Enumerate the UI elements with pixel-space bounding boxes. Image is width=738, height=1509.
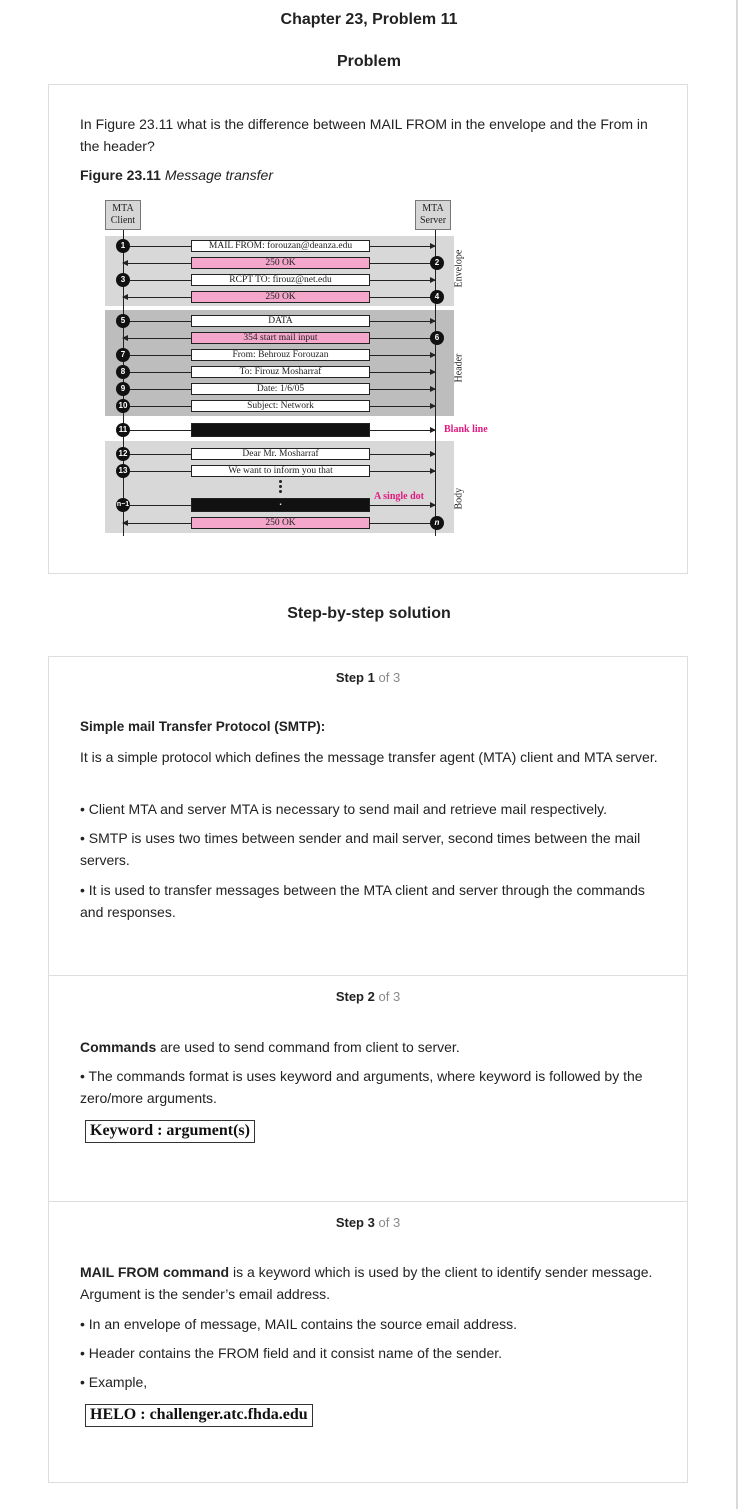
step-3-formula: HELO : challenger.atc.fhda.edu — [85, 1404, 313, 1427]
step-marker-n: n — [430, 516, 444, 530]
server-timeline — [435, 230, 436, 536]
step-marker-1: 1 — [116, 239, 130, 253]
step-2-total: of 3 — [378, 989, 401, 1004]
step-3-header: Step 3 of 3 — [49, 1215, 687, 1230]
message-7: From: Behrouz Forouzan — [191, 349, 370, 361]
step-divider — [49, 975, 687, 976]
step-marker-12: 12 — [116, 447, 130, 461]
step-1-total: of 3 — [378, 670, 401, 685]
step-marker-5: 5 — [116, 314, 130, 328]
step-2-number: 2 — [367, 989, 375, 1004]
step-1-number: 1 — [367, 670, 375, 685]
message-1: MAIL FROM: forouzan@deanza.edu — [191, 240, 370, 252]
message-5: DATA — [191, 315, 370, 327]
step-2-lead-text: are used to send command from client to … — [156, 1039, 460, 1055]
solution-steps-card: Step 1 of 3 Simple mail Transfer Protoco… — [48, 656, 688, 1483]
step-marker-8: 8 — [116, 365, 130, 379]
step-1-heading: Simple mail Transfer Protocol (SMTP): — [80, 719, 326, 734]
header-label: Header — [453, 353, 465, 383]
single-dot-label: A single dot — [374, 491, 425, 502]
message-2: 250 OK — [191, 257, 370, 269]
step-3-lead-bold: MAIL FROM command — [80, 1264, 230, 1280]
message-n: 250 OK — [191, 517, 370, 529]
blank-line-label: Blank line — [444, 424, 488, 435]
step-divider — [49, 1201, 687, 1202]
message-13: We want to inform you that — [191, 465, 370, 477]
step-3-paragraph-3: • Example, — [80, 1374, 148, 1390]
step-1-paragraph-3: • SMTP is uses two times between sender … — [80, 830, 641, 868]
step-3-paragraph-2: • Header contains the FROM field and it … — [80, 1345, 503, 1361]
step-1-paragraph-4: • It is used to transfer messages betwee… — [80, 882, 645, 920]
figure-caption-text: Message transfer — [164, 167, 273, 183]
step-2-header: Step 2 of 3 — [49, 989, 687, 1004]
step-3-lead: MAIL FROM command is a keyword which is … — [80, 1261, 670, 1305]
mta-server-box: MTA Server — [415, 200, 451, 230]
step-3-number: 3 — [367, 1215, 375, 1230]
solution-heading: Step-by-step solution — [287, 605, 451, 622]
message-12: Dear Mr. Mosharraf — [191, 448, 370, 460]
step-1-label: Step — [335, 670, 364, 685]
message-11-blank-line — [191, 423, 370, 437]
step-marker-7: 7 — [116, 348, 130, 362]
step-1-header: Step 1 of 3 — [49, 670, 687, 685]
step-marker-11: 11 — [116, 423, 130, 437]
step-marker-n-minus-1: n−1 — [116, 498, 130, 512]
message-3: RCPT TO: firouz@net.edu — [191, 274, 370, 286]
step-marker-9: 9 — [116, 382, 130, 396]
step-marker-10: 10 — [116, 399, 130, 413]
message-6: 354 start mail input — [191, 332, 370, 344]
step-3-paragraph-1: • In an envelope of message, MAIL contai… — [80, 1316, 518, 1332]
step-1-paragraph-1: It is a simple protocol which defines th… — [80, 749, 658, 765]
step-marker-2: 2 — [430, 256, 444, 270]
body-label: Body — [453, 487, 465, 510]
problem-card: In Figure 23.11 what is the difference b… — [48, 84, 688, 574]
step-3-total: of 3 — [378, 1215, 401, 1230]
step-marker-4: 4 — [430, 290, 444, 304]
message-single-dot: . — [191, 498, 370, 512]
step-marker-6: 6 — [430, 331, 444, 345]
message-4: 250 OK — [191, 291, 370, 303]
step-2-lead: Commands are used to send command from c… — [80, 1036, 670, 1058]
envelope-label: Envelope — [453, 249, 465, 288]
problem-heading: Problem — [336, 53, 401, 70]
message-8: To: Firouz Mosharraf — [191, 366, 370, 378]
step-1-paragraph-2: • Client MTA and server MTA is necessary… — [80, 801, 607, 817]
step-2-formula: Keyword : argument(s) — [85, 1120, 255, 1143]
mta-client-box: MTA Client — [105, 200, 141, 230]
message-transfer-figure: MTA Client MTA Server Envelope Header Bo… — [103, 195, 493, 540]
step-3-label: Step — [335, 1215, 364, 1230]
message-9: Date: 1/6/05 — [191, 383, 370, 395]
step-marker-3: 3 — [116, 273, 130, 287]
step-marker-13: 13 — [116, 464, 130, 478]
ellipsis-dots — [279, 480, 282, 495]
chapter-title: Chapter 23, Problem 11 — [280, 11, 458, 28]
step-2-label: Step — [335, 989, 364, 1004]
step-2-lead-bold: Commands — [80, 1039, 157, 1055]
message-10: Subject: Network — [191, 400, 370, 412]
figure-caption: Figure 23.11 Message transfer — [80, 164, 670, 186]
figure-label: Figure 23.11 — [80, 167, 161, 183]
problem-question: In Figure 23.11 what is the difference b… — [80, 116, 648, 154]
step-2-paragraph-1: • The commands format is uses keyword an… — [80, 1068, 643, 1106]
